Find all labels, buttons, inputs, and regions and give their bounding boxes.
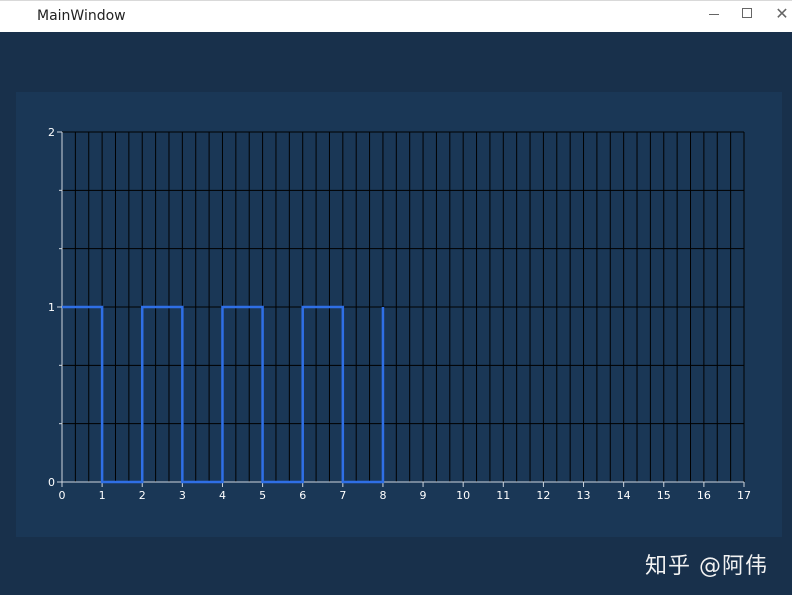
- y-tick-label: 1: [48, 301, 55, 314]
- x-tick-label: 10: [456, 489, 470, 502]
- x-tick-label: 9: [420, 489, 427, 502]
- x-tick-label: 17: [737, 489, 751, 502]
- close-button[interactable]: ✕: [765, 1, 792, 31]
- x-tick-label: 5: [259, 489, 266, 502]
- x-tick-label: 4: [219, 489, 226, 502]
- x-tick-label: 14: [617, 489, 631, 502]
- title-bar[interactable]: MainWindow ✕: [0, 0, 792, 32]
- x-tick-label: 8: [379, 489, 386, 502]
- window-title: MainWindow: [37, 8, 126, 24]
- x-tick-label: 16: [697, 489, 711, 502]
- signal-series-line: [62, 305, 385, 484]
- x-tick-label: 7: [339, 489, 346, 502]
- x-tick-label: 11: [496, 489, 510, 502]
- minimize-button[interactable]: [697, 1, 731, 31]
- close-icon: ✕: [775, 3, 789, 23]
- y-tick-label: 0: [48, 476, 55, 489]
- x-tick-label: 3: [179, 489, 186, 502]
- x-tick-label: 2: [139, 489, 146, 502]
- minimize-icon: [709, 14, 719, 15]
- y-tick-label: 2: [48, 126, 55, 139]
- x-tick-label: 1: [99, 489, 106, 502]
- x-tick-label: 6: [299, 489, 306, 502]
- x-tick-label: 13: [577, 489, 591, 502]
- x-tick-label: 15: [657, 489, 671, 502]
- watermark-text: 知乎 @阿伟: [645, 554, 768, 579]
- maximize-icon: [742, 8, 752, 18]
- signal-chart[interactable]: 0 1 2 3 4 5 6 7 8 9 10 11 12 13 14 15 16 17012: [16, 92, 782, 537]
- plot-panel[interactable]: 0 1 2 3 4 5 6 7 8 9 10 11 12 13 14 15 16 17 0 1 2: [16, 92, 782, 537]
- maximize-button[interactable]: [730, 1, 764, 31]
- x-tick-label: 12: [536, 489, 550, 502]
- x-tick-label: 0: [59, 489, 66, 502]
